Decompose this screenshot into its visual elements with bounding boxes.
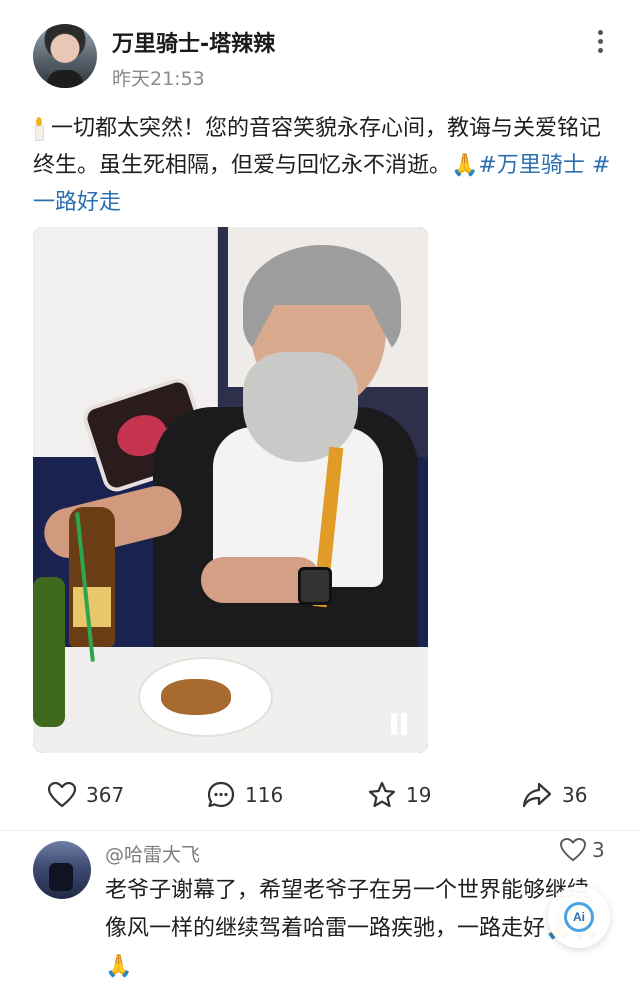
share-button[interactable]: 36 (522, 780, 587, 810)
star-icon (368, 781, 396, 808)
hashtag-wanli-qishi[interactable]: #万里骑士 (478, 153, 584, 178)
post-video[interactable] (33, 227, 428, 753)
share-icon (522, 782, 552, 808)
like-count: 367 (86, 783, 125, 807)
comment-count: 116 (245, 783, 284, 807)
favorite-count: 19 (406, 783, 432, 807)
action-bar: 367 116 19 36 (0, 770, 640, 820)
comment-button[interactable]: 116 (207, 780, 283, 810)
ai-icon: Ai (564, 902, 594, 932)
comment-like-button[interactable]: 3 (560, 838, 605, 862)
heart-icon (48, 782, 76, 808)
comment-text: 老爷子谢幕了，希望老爷子在另一个世界能够继续像风一样的继续驾着哈雷一路疾驰，一路… (105, 878, 600, 979)
author-name[interactable]: 万里骑士-塔辣辣 (112, 26, 275, 58)
comment-like-count: 3 (592, 838, 605, 862)
share-count: 36 (562, 783, 588, 807)
ai-assistant-button[interactable]: Ai (548, 886, 610, 948)
section-divider (0, 830, 640, 831)
video-frame-watch (298, 567, 332, 605)
heart-icon (560, 838, 586, 862)
video-frame-food (161, 679, 231, 715)
commenter-name[interactable]: @哈雷大飞 (105, 840, 200, 867)
like-button[interactable]: 367 (48, 780, 124, 810)
pray-emoji: 🙏 (451, 153, 479, 178)
post-time: 昨天21:53 (112, 68, 205, 90)
more-options-icon[interactable] (588, 28, 612, 54)
favorite-button[interactable]: 19 (368, 780, 431, 810)
author-avatar[interactable] (33, 24, 97, 88)
post-header: 万里骑士-塔辣辣 昨天21:53 (0, 0, 640, 100)
video-frame-beard (243, 352, 358, 462)
post-body: 一切都太突然！您的音容笑貌永存心间，教诲与关爱铭记终生。虽生死相隔，但爱与回忆永… (33, 110, 613, 221)
comment-icon (207, 781, 235, 808)
video-frame-green-bottle (33, 577, 65, 727)
commenter-avatar[interactable] (33, 841, 91, 899)
pause-icon[interactable] (388, 713, 410, 737)
candle-icon (33, 117, 44, 141)
